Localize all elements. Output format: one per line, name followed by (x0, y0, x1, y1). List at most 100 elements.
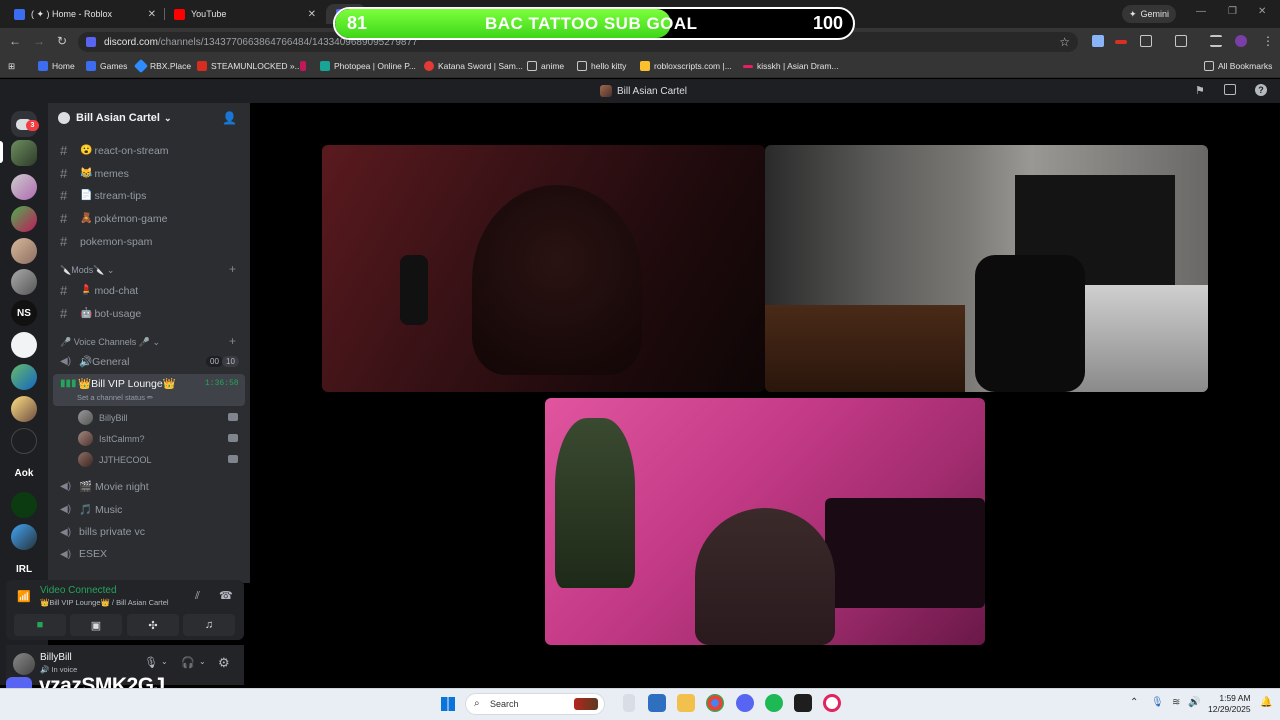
channel-memes[interactable]: # 😹 memes (60, 166, 129, 181)
server-13[interactable] (11, 524, 37, 550)
server-kick[interactable] (11, 492, 37, 518)
soundboard-button[interactable]: ♫ (183, 614, 235, 636)
voice-user-isitcalmm[interactable]: IsItCalmm? (78, 431, 145, 446)
bookmark-rbxplace[interactable]: RBX.Place (133, 58, 191, 74)
bookmark-kisskh[interactable]: kisskh | Asian Dram... (743, 61, 839, 71)
bookmark-pink[interactable] (300, 61, 310, 71)
bookmark-games[interactable]: Games (86, 61, 127, 71)
tab-roblox[interactable]: ( ✦ ) Home - Roblox ✕ (4, 4, 162, 24)
connection-signal-icon[interactable]: 📶 (17, 590, 31, 603)
cast-icon[interactable] (1175, 35, 1187, 47)
notification-bell-icon[interactable]: 🔔 (1260, 697, 1272, 708)
close-tab-icon[interactable]: ✕ (308, 9, 316, 20)
bookmark-star-icon[interactable]: ☆ (1059, 35, 1070, 49)
server-10[interactable] (11, 428, 37, 454)
voice-user-jjthecool[interactable]: JJTHECOOL (78, 452, 152, 467)
channel-bot-usage[interactable]: # 🤖 bot-usage (60, 306, 141, 321)
camera-toggle-button[interactable]: ■ (14, 614, 66, 636)
category-voice[interactable]: 🎤 Voice Channels 🎤 ⌄ (60, 337, 160, 348)
tab-youtube[interactable]: YouTube ✕ (164, 4, 322, 24)
bookmark-home[interactable]: Home (38, 61, 75, 71)
bookmark-photopea[interactable]: Photopea | Online P... (320, 61, 416, 71)
voice-channel-bills-private-vc[interactable]: ◀) bills private vc (60, 526, 145, 538)
flag-icon[interactable]: ⚑ (1195, 84, 1205, 97)
taskbar-search[interactable]: ⌕ Search (465, 693, 605, 715)
set-channel-status[interactable]: Set a channel status ✏ (77, 393, 153, 402)
more-menu-icon[interactable]: ⋮ (1262, 34, 1274, 48)
inbox-icon[interactable] (1224, 84, 1236, 95)
volume-icon[interactable]: 🔊 (1188, 697, 1200, 708)
category-mods[interactable]: 🔪Mods🔪 ⌄ (60, 265, 114, 276)
gear-icon[interactable]: ⚙ (218, 655, 230, 671)
voice-channel-esex[interactable]: ◀) ESEX (60, 548, 107, 560)
chevron-down-icon[interactable]: ⌄ (199, 657, 206, 666)
server-bill-asian-cartel[interactable] (11, 140, 37, 166)
bookmark-steamunlocked[interactable]: STEAMUNLOCKED »... (197, 61, 302, 71)
microphone-icon[interactable]: 🎙 (144, 656, 158, 669)
channel-pokemon-game[interactable]: # 🧸 pokémon-game (60, 211, 167, 226)
channel-stream-tips[interactable]: # 📄 stream-tips (60, 188, 146, 203)
server-3[interactable] (11, 206, 37, 232)
reload-icon[interactable]: ↻ (57, 34, 67, 48)
minimize-icon[interactable]: — (1196, 6, 1206, 17)
user-avatar[interactable] (13, 653, 35, 675)
windows-start-icon[interactable] (441, 697, 455, 711)
bookmark-robloxscripts[interactable]: robloxscripts.com |... (640, 61, 732, 71)
all-bookmarks-folder[interactable]: All Bookmarks (1204, 61, 1272, 71)
app-icon[interactable] (794, 694, 812, 712)
video-tile-billybill[interactable] (322, 145, 765, 392)
close-window-icon[interactable]: ✕ (1258, 6, 1266, 17)
microphone-tray-icon[interactable]: 🎙 (1151, 697, 1164, 708)
channel-mod-chat[interactable]: # 💄 mod-chat (60, 283, 138, 298)
server-aok[interactable]: Aok (11, 460, 37, 486)
add-channel-icon[interactable]: + (229, 262, 236, 276)
video-tile-isitcalmm[interactable] (765, 145, 1208, 392)
bookmark-katana[interactable]: Katana Sword | Sam... (424, 61, 523, 71)
chevron-down-icon[interactable]: ⌄ (161, 657, 168, 666)
server-9[interactable] (11, 396, 37, 422)
channel-react-on-stream[interactable]: # 😮 react-on-stream (60, 143, 169, 158)
add-channel-icon[interactable]: + (229, 334, 236, 348)
profile-avatar[interactable] (1235, 35, 1247, 47)
site-info-icon[interactable] (86, 37, 96, 47)
extensions-puzzle-icon[interactable] (1140, 35, 1152, 47)
discord-app-icon[interactable] (736, 694, 754, 712)
server-4[interactable] (11, 238, 37, 264)
server-2[interactable] (11, 174, 37, 200)
video-tile-jjthecool[interactable] (545, 398, 985, 645)
server-7[interactable] (11, 332, 37, 358)
extension-red-icon[interactable] (1115, 40, 1127, 44)
forward-arrow-icon[interactable]: → (33, 34, 45, 48)
wifi-icon[interactable]: ≋ (1172, 697, 1180, 708)
server-header[interactable]: Bill Asian Cartel ⌄ (58, 112, 172, 124)
screen-share-button[interactable]: ▣ (70, 614, 122, 636)
bookmark-folder-hello-kitty[interactable]: hello kitty (577, 61, 626, 71)
maximize-icon[interactable]: ❐ (1228, 6, 1237, 17)
reading-list-icon[interactable] (1210, 35, 1222, 47)
help-icon[interactable]: ? (1255, 84, 1267, 96)
close-tab-icon[interactable]: ✕ (148, 9, 156, 20)
spotify-app-icon[interactable] (765, 694, 783, 712)
server-irl[interactable]: IRL (11, 556, 37, 582)
voice-channel-music[interactable]: ◀) 🎵 Music (60, 503, 122, 516)
chrome-app-icon[interactable] (706, 694, 724, 712)
headphones-icon[interactable]: 🎧 (181, 656, 195, 669)
server-ns[interactable]: NS (11, 300, 37, 326)
system-clock[interactable]: 1:59 AM 12/29/2025 (1208, 693, 1251, 715)
file-explorer-icon[interactable] (677, 694, 695, 712)
opera-app-icon[interactable] (823, 694, 841, 712)
chevron-up-icon[interactable]: ⌃ (1130, 697, 1138, 708)
widgets-app-icon[interactable] (648, 694, 666, 712)
server-5[interactable] (11, 269, 37, 295)
back-arrow-icon[interactable]: ← (9, 34, 21, 48)
activities-button[interactable]: ✣ (127, 614, 179, 636)
voice-channel-general[interactable]: ◀) 🔊General (60, 355, 129, 368)
gemini-button[interactable]: ✦ Gemini (1122, 5, 1176, 23)
bookmark-folder-anime[interactable]: anime (527, 61, 564, 71)
invite-people-icon[interactable]: 👤 (222, 111, 237, 125)
noise-suppression-icon[interactable]: ⫽ (195, 590, 200, 603)
task-view-icon[interactable] (623, 694, 635, 712)
disconnect-icon[interactable]: ☎ (219, 589, 233, 602)
extension-icon[interactable] (1092, 35, 1104, 47)
channel-pokemon-spam[interactable]: # pokemon-spam (60, 234, 152, 249)
